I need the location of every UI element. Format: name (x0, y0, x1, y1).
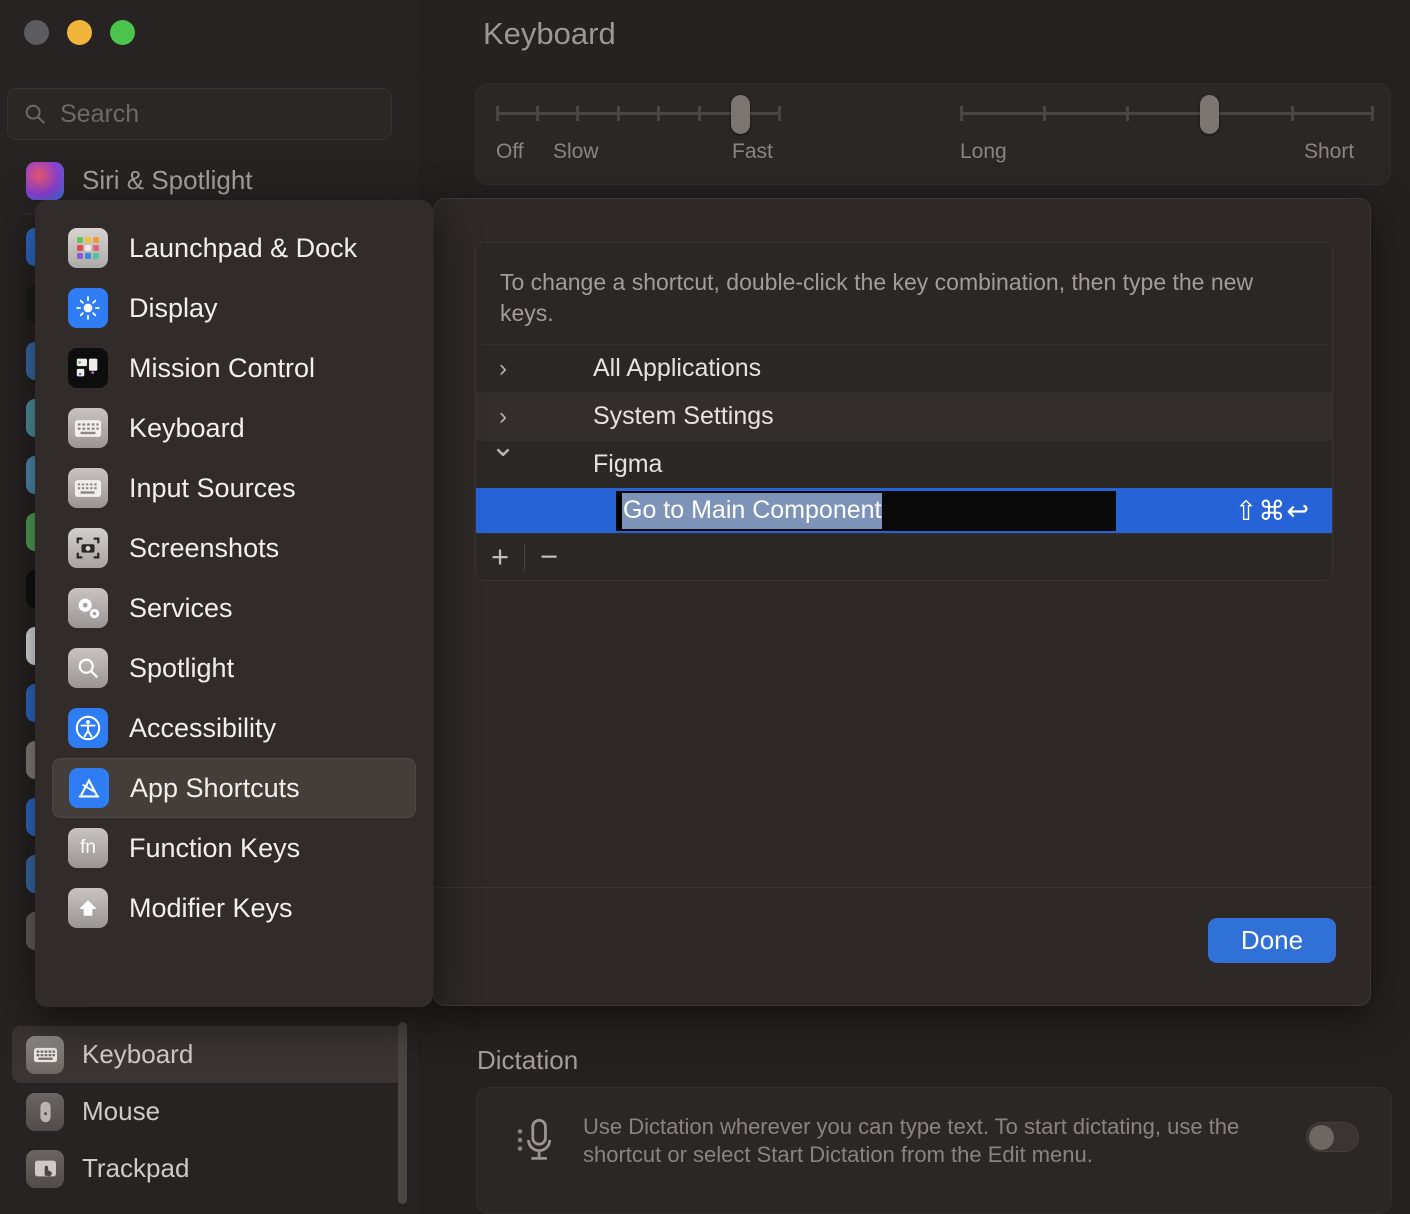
table-row-selected[interactable]: Go to Main Component ⇧⌘↩ (476, 488, 1332, 534)
popup-menu-item-label: Accessibility (129, 712, 277, 743)
shortcuts-panel: To change a shortcut, double-click the k… (475, 242, 1333, 581)
popup-menu-item-screenshots[interactable]: Screenshots (52, 518, 416, 578)
sidebar-item-mouse[interactable]: Mouse (12, 1083, 407, 1140)
category-popup-menu: Launchpad & Dock Display Mission Control Ke… (35, 200, 433, 1007)
app-shortcuts-icon (69, 768, 109, 808)
popup-menu-item-label: Spotlight (129, 652, 235, 683)
key-repeat-slider-knob[interactable] (731, 95, 750, 134)
sidebar-item-keyboard[interactable]: Keyboard (12, 1026, 407, 1083)
delay-slider-knob[interactable] (1200, 95, 1219, 134)
sidebar-bottom-group: Keyboard Mouse Trackpad (0, 1026, 419, 1197)
shortcut-name-value: Go to Main Component (622, 493, 883, 529)
popup-menu-item-label: Screenshots (129, 532, 280, 563)
chevron-right-icon[interactable]: › (492, 355, 514, 382)
popup-menu-item-input-sources[interactable]: Input Sources (52, 458, 416, 518)
minimize-button[interactable] (67, 20, 92, 45)
modifier-keys-icon (68, 888, 108, 928)
input-sources-icon (68, 468, 108, 508)
popup-menu-item-label: Keyboard (129, 412, 245, 443)
launchpad-icon (68, 228, 108, 268)
trackpad-icon (26, 1149, 64, 1188)
mouse-icon (26, 1092, 64, 1131)
dictation-toggle[interactable] (1306, 1122, 1359, 1152)
search-placeholder: Search (60, 99, 140, 128)
popup-menu-item-label: Modifier Keys (129, 892, 293, 923)
popup-menu-item-label: Services (129, 592, 233, 623)
sidebar-item-label: Keyboard (82, 1039, 194, 1069)
remove-shortcut-button[interactable]: − (525, 534, 573, 580)
sheet-footer: Done (434, 887, 1372, 1005)
shortcuts-table: › All Applications › System Settings ⌄ F… (476, 344, 1332, 534)
function-keys-icon: fn (68, 828, 108, 868)
slider-label-slow: Slow (553, 140, 599, 163)
popup-menu-item-function-keys[interactable]: fn Function Keys (52, 818, 416, 878)
sheet-body: To change a shortcut, double-click the k… (434, 199, 1372, 889)
keyboard-icon (68, 408, 108, 448)
siri-icon (26, 161, 64, 200)
popup-menu-item-keyboard[interactable]: Keyboard (52, 398, 416, 458)
popup-menu-item-accessibility[interactable]: Accessibility (52, 698, 416, 758)
shortcuts-table-toolbar: + − (476, 533, 1332, 580)
slider-label-fast: Fast (732, 140, 773, 163)
sidebar-item-label: Mouse (82, 1096, 161, 1126)
table-row[interactable]: › System Settings (476, 392, 1332, 440)
table-row[interactable]: › All Applications (476, 344, 1332, 392)
keyboard-shortcuts-sheet: To change a shortcut, double-click the k… (433, 198, 1372, 1006)
display-icon (68, 288, 108, 328)
dictation-section-title: Dictation (477, 1045, 579, 1075)
popup-menu-item-label: Launchpad & Dock (129, 232, 358, 263)
popup-menu-item-label: Display (129, 292, 218, 323)
chevron-right-icon[interactable]: › (492, 403, 514, 430)
popup-menu-item-label: App Shortcuts (130, 772, 300, 803)
popup-menu-item-label: Function Keys (129, 832, 301, 863)
keyboard-icon (26, 1035, 64, 1074)
popup-menu-item-mission-control[interactable]: Mission Control (52, 338, 416, 398)
popup-menu-item-services[interactable]: Services (52, 578, 416, 638)
zoom-button[interactable] (110, 20, 135, 45)
dictation-card: Use Dictation wherever you can type text… (476, 1087, 1392, 1214)
shortcut-name-input[interactable]: Go to Main Component (616, 491, 1116, 531)
window-controls (24, 20, 135, 45)
microphone-icon (515, 1116, 559, 1164)
popup-menu-item-modifier-keys[interactable]: Modifier Keys (52, 878, 416, 938)
screenshots-icon (68, 528, 108, 568)
accessibility-icon (68, 708, 108, 748)
popup-menu-item-launchpad-dock[interactable]: Launchpad & Dock (52, 218, 416, 278)
popup-menu-item-label: Mission Control (129, 352, 316, 383)
popup-menu-item-label: Input Sources (129, 472, 296, 503)
add-shortcut-button[interactable]: + (476, 534, 524, 580)
popup-menu-item-display[interactable]: Display (52, 278, 416, 338)
table-row-label: Figma (593, 450, 663, 478)
table-row-label: All Applications (593, 354, 762, 382)
sidebar-item-label: Trackpad (82, 1153, 190, 1183)
page-title: Keyboard (483, 16, 616, 51)
sidebar-item-label: Siri & Spotlight (82, 165, 253, 195)
spotlight-icon (68, 648, 108, 688)
slider-label-short: Short (1304, 140, 1355, 163)
search-icon (24, 103, 46, 125)
keyboard-sliders-card: Off Slow Fast Long Short (475, 83, 1391, 185)
slider-label-long: Long (960, 140, 1007, 163)
search-input[interactable]: Search (7, 88, 392, 140)
mission-control-icon (68, 348, 108, 388)
table-row[interactable]: ⌄ Figma (476, 430, 1332, 488)
shortcut-key-combo[interactable]: ⇧⌘↩ (1235, 496, 1310, 527)
slider-label-off: Off (496, 140, 524, 163)
close-button[interactable] (24, 20, 49, 45)
chevron-down-icon[interactable]: ⌄ (490, 430, 515, 463)
popup-menu-item-app-shortcuts[interactable]: App Shortcuts (52, 758, 416, 818)
table-row-label: System Settings (593, 402, 774, 430)
dictation-description: Use Dictation wherever you can type text… (583, 1114, 1240, 1167)
popup-menu-item-spotlight[interactable]: Spotlight (52, 638, 416, 698)
shortcuts-hint: To change a shortcut, double-click the k… (500, 269, 1254, 326)
sidebar-scrollbar[interactable] (398, 1022, 407, 1204)
app-window: Search Siri & Spotlight Keyboard Mouse T… (0, 0, 1410, 1214)
sidebar-item-trackpad[interactable]: Trackpad (12, 1140, 407, 1197)
done-button[interactable]: Done (1208, 918, 1336, 963)
services-icon (68, 588, 108, 628)
